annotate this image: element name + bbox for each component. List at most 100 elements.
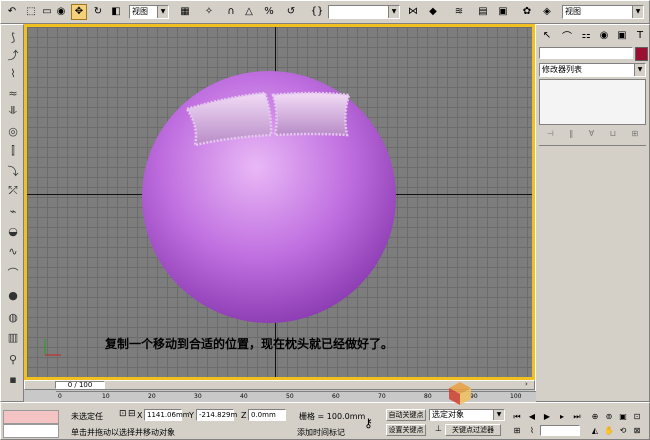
tick-label: 100	[510, 393, 522, 400]
perspective-viewport[interactable]: 复制一个移动到合适的位置，现在枕头就已经做好了。	[24, 24, 535, 380]
layer-icon[interactable]: ◆	[425, 4, 441, 20]
spinner-snap-icon[interactable]: ↺	[283, 4, 299, 20]
y-coord-value: -214.829m	[199, 411, 238, 419]
track-view-icon[interactable]: ▣	[495, 4, 511, 20]
create-ring-icon[interactable]: ◎	[4, 123, 22, 139]
schematic-icon[interactable]: ▤	[475, 4, 491, 20]
key-filter-icon[interactable]: ⊥	[435, 424, 442, 433]
lock-selection-icon[interactable]: ⊡	[119, 409, 127, 419]
pan-icon[interactable]: ✋	[602, 424, 616, 437]
percent-snap-icon[interactable]: %	[261, 4, 277, 20]
create-lathe-icon[interactable]: ⌒	[4, 265, 22, 281]
modifier-list-label: 修改器列表	[542, 65, 582, 74]
align-icon[interactable]: ⋈	[405, 4, 421, 20]
auto-key-button[interactable]: 自动关键点	[386, 409, 426, 421]
create-tab-icon[interactable]: ↖	[539, 28, 555, 43]
create-path-icon[interactable]: ∿	[4, 243, 22, 259]
create-arc-icon[interactable]: ⤴	[4, 47, 22, 63]
named-selection-set[interactable]: ▼	[328, 5, 400, 19]
select-icon[interactable]: ⬚	[23, 4, 39, 20]
create-cylinder-icon[interactable]: ⫿	[4, 143, 22, 159]
time-slider-next-icon[interactable]: ›	[525, 380, 528, 388]
tick-label: 60	[332, 393, 340, 400]
create-twist-icon[interactable]: ⤱	[4, 183, 22, 199]
axis-gizmo	[44, 339, 61, 356]
pillow-right[interactable]	[271, 91, 351, 137]
zoom-icon[interactable]: ⊕	[588, 410, 602, 423]
current-frame-field[interactable]	[540, 425, 580, 436]
zoom-extents-icon[interactable]: ▣	[616, 410, 630, 423]
pin-stack-icon[interactable]: ⊣	[547, 129, 554, 141]
render-view-select[interactable]: 视图 ▼	[562, 5, 644, 19]
z-coord-field[interactable]: 0.0mm	[248, 409, 286, 421]
reference-coord-select[interactable]: 视图 ▼	[129, 5, 169, 19]
create-bend-icon[interactable]: ⤵	[4, 163, 22, 179]
tick-label: 0	[58, 393, 62, 400]
time-config-icon[interactable]: ⊞	[510, 424, 524, 437]
utilities-tab-icon[interactable]: T	[632, 28, 648, 43]
modifier-stack-list[interactable]	[539, 79, 646, 125]
create-torus-icon[interactable]: ◍	[4, 309, 22, 325]
motion-tab-icon[interactable]: ◉	[596, 28, 612, 43]
object-name-field[interactable]	[539, 47, 633, 59]
display-tab-icon[interactable]: ▣	[614, 28, 630, 43]
go-to-start-icon[interactable]: ⏮	[510, 410, 524, 423]
viewport-canvas[interactable]: 复制一个移动到合适的位置，现在枕头就已经做好了。	[27, 27, 532, 377]
configure-sets-icon[interactable]: ⊞	[632, 129, 639, 141]
rotate-icon[interactable]: ↻	[90, 4, 106, 20]
create-helix-icon[interactable]: ⌇	[4, 65, 22, 81]
scale-icon[interactable]: ◧	[108, 4, 124, 20]
named-sel-icon[interactable]: {}	[309, 4, 325, 20]
curve-editor-icon[interactable]: ≋	[451, 4, 467, 20]
abs-mode-icon[interactable]: ⊟	[128, 409, 136, 419]
mirror-icon[interactable]: ✧	[201, 4, 217, 20]
render-view-label: 视图	[565, 7, 581, 16]
remove-modifier-icon[interactable]: ⊔	[610, 129, 616, 141]
object-color-swatch[interactable]	[635, 47, 648, 61]
modify-tab-icon[interactable]: ⌒	[559, 28, 575, 43]
show-end-result-icon[interactable]: ‖	[569, 129, 573, 141]
create-camera-icon[interactable]: ⚲	[4, 351, 22, 367]
add-time-tag[interactable]: 添加时间标记	[297, 427, 345, 438]
y-coord-field[interactable]: -214.829m	[196, 409, 238, 421]
create-line-icon[interactable]: ⟆	[4, 29, 22, 45]
time-slider[interactable]: 0 / 100	[55, 381, 105, 389]
material-editor-icon[interactable]: ✿	[519, 4, 535, 20]
hierarchy-tab-icon[interactable]: ⚏	[578, 28, 594, 43]
create-box-icon[interactable]: ▥	[4, 329, 22, 345]
key-filters-label: 关键点过滤器	[452, 426, 494, 434]
move-icon[interactable]: ✥	[71, 4, 87, 20]
create-tube-icon[interactable]: ◒	[4, 223, 22, 239]
filter-icon[interactable]: ◉	[53, 4, 69, 20]
go-to-end-icon[interactable]: ⏭	[570, 410, 584, 423]
pivot-icon[interactable]: ▦	[177, 4, 193, 20]
key-filters-button[interactable]: 关键点过滤器	[445, 424, 501, 436]
x-coord-field[interactable]: 1141.06mm	[144, 409, 190, 421]
zoom-all-icon[interactable]: ⊚	[602, 410, 616, 423]
create-sphere-icon[interactable]: ●	[4, 287, 22, 303]
play-icon[interactable]: ▶	[540, 410, 554, 423]
arc-rotate-icon[interactable]: ⟲	[616, 424, 630, 437]
maxscript-listener-red[interactable]	[3, 410, 59, 424]
maxscript-listener-white[interactable]	[3, 424, 59, 438]
set-key-button[interactable]: 设置关键点	[386, 424, 426, 436]
render-scene-icon[interactable]: ◈	[539, 4, 555, 20]
create-wave-icon[interactable]: ≈	[4, 85, 22, 101]
reference-coord-label: 视图	[132, 7, 148, 16]
snap-icon[interactable]: ∩	[223, 4, 239, 20]
maximize-viewport-icon[interactable]: ⊠	[630, 424, 644, 437]
undo-icon[interactable]: ↶	[4, 4, 20, 20]
key-icon[interactable]: ⚷	[364, 416, 373, 430]
create-spring-icon[interactable]: ⌁	[4, 203, 22, 219]
field-of-view-icon[interactable]: ◭	[588, 424, 602, 437]
modifier-list-select[interactable]: 修改器列表 ▼	[539, 63, 646, 77]
zoom-extents-all-icon[interactable]: ⊡	[630, 410, 644, 423]
key-mode-toggle-icon[interactable]: ⌇	[525, 424, 539, 437]
prev-frame-icon[interactable]: ◀	[525, 410, 539, 423]
create-extrude-icon[interactable]: ⥥	[4, 103, 22, 119]
create-light-icon[interactable]: ▪	[4, 371, 22, 387]
make-unique-icon[interactable]: ∀	[589, 129, 594, 141]
key-mode-select[interactable]: 选定对象 ▼	[429, 409, 505, 421]
next-frame-icon[interactable]: ▸	[555, 410, 569, 423]
angle-snap-icon[interactable]: △	[241, 4, 257, 20]
